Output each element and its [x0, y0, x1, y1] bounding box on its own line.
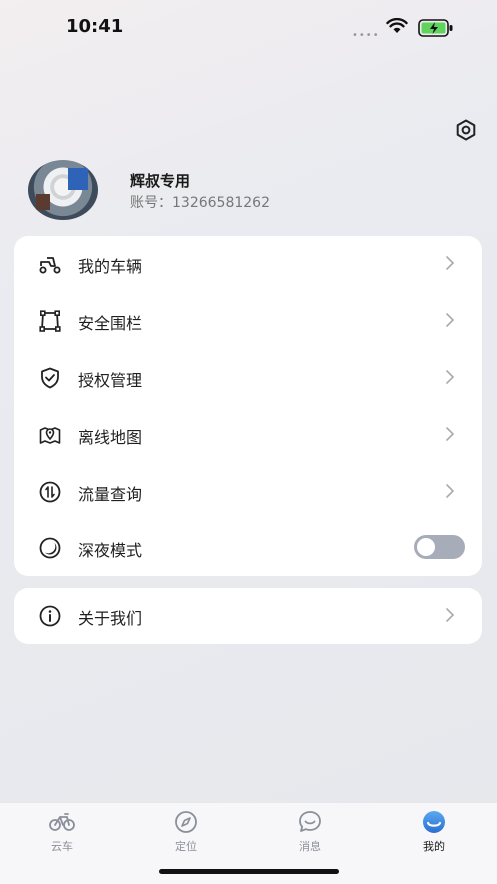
- battery-charging-icon: [418, 19, 453, 37]
- account-number: 账号：13266581262: [130, 195, 270, 211]
- chevron-right-icon: [446, 608, 455, 622]
- tab-label: 定位: [175, 840, 197, 853]
- chevron-right-icon: [446, 370, 455, 384]
- menu-item-night-mode: 深夜模式: [14, 520, 482, 576]
- chevron-right-icon: [446, 484, 455, 498]
- tab-messages[interactable]: 消息: [270, 809, 350, 857]
- menu-item-offline-map[interactable]: 离线地图: [14, 407, 482, 463]
- status-bar: 10:41 ••••: [0, 0, 497, 56]
- shield-check-icon: [41, 367, 59, 389]
- map-pin-icon: [39, 427, 61, 444]
- menu-item-label: 关于我们: [78, 609, 143, 628]
- menu-item-label: 授权管理: [78, 371, 143, 390]
- bicycle-icon: [49, 813, 75, 831]
- data-traffic-icon: [39, 481, 61, 503]
- cellular-signal-icon: ••••: [352, 30, 380, 41]
- compass-icon: [175, 811, 197, 833]
- tab-mine[interactable]: 我的: [394, 809, 474, 857]
- scooter-icon: [39, 257, 61, 274]
- menu-item-safety-fence[interactable]: 安全围栏: [14, 293, 482, 349]
- user-name: 辉叔专用: [130, 172, 191, 190]
- menu-item-authorization[interactable]: 授权管理: [14, 350, 482, 406]
- menu-card: 我的车辆 安全围栏 授权管理 离线地图 流量查询 深夜模式: [14, 236, 482, 576]
- menu-item-data-usage[interactable]: 流量查询: [14, 464, 482, 520]
- tab-label: 消息: [299, 840, 321, 853]
- fence-icon: [39, 310, 61, 332]
- menu-item-label: 流量查询: [78, 485, 143, 504]
- about-card: 关于我们: [14, 588, 482, 644]
- menu-item-my-vehicle[interactable]: 我的车辆: [14, 236, 482, 292]
- menu-item-label: 我的车辆: [78, 257, 143, 276]
- message-icon: [299, 811, 321, 832]
- profile-header: 辉叔专用 账号：13266581262: [28, 160, 468, 220]
- menu-item-label: 深夜模式: [78, 541, 143, 560]
- tab-label: 我的: [423, 840, 445, 853]
- status-time: 10:41: [66, 16, 124, 37]
- avatar[interactable]: [28, 160, 98, 220]
- chevron-right-icon: [446, 427, 455, 441]
- chevron-right-icon: [446, 313, 455, 327]
- night-mode-toggle[interactable]: [414, 535, 465, 559]
- info-icon: [39, 605, 61, 627]
- tab-cloud-car[interactable]: 云车: [22, 809, 102, 857]
- menu-item-label: 安全围栏: [78, 314, 143, 333]
- profile-icon: [423, 811, 445, 833]
- menu-item-label: 离线地图: [78, 428, 143, 447]
- chevron-right-icon: [446, 256, 455, 270]
- tab-location[interactable]: 定位: [146, 809, 226, 857]
- home-indicator: [159, 869, 339, 874]
- moon-icon: [39, 537, 61, 559]
- menu-item-about-us[interactable]: 关于我们: [14, 588, 482, 644]
- tab-label: 云车: [51, 840, 73, 853]
- gear-icon: [456, 119, 476, 141]
- settings-button[interactable]: [452, 116, 480, 144]
- wifi-icon: [386, 18, 408, 33]
